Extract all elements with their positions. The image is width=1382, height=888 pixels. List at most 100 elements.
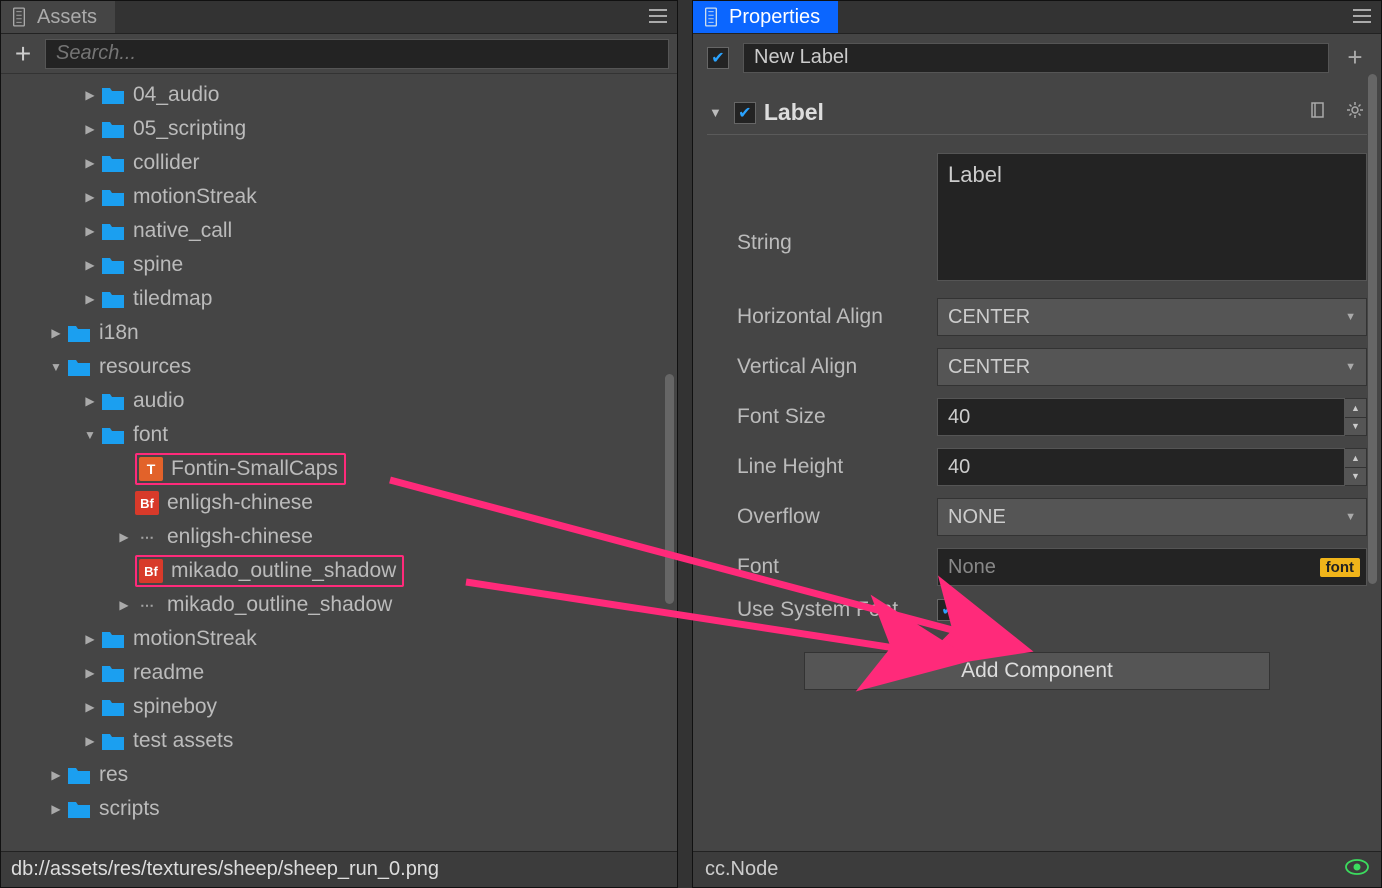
gear-icon[interactable] bbox=[1345, 100, 1365, 125]
assets-search-row: + bbox=[1, 34, 677, 74]
add-component-button[interactable]: Add Component bbox=[804, 652, 1270, 690]
lineheight-up[interactable]: ▲ bbox=[1345, 449, 1366, 468]
fontsize-down[interactable]: ▼ bbox=[1345, 418, 1366, 436]
string-textarea[interactable] bbox=[937, 153, 1367, 281]
prop-lineheight-row: Line Height ▲ ▼ bbox=[707, 448, 1367, 486]
caret-icon: ▼ bbox=[83, 428, 97, 442]
tree-item[interactable]: ▶collider bbox=[1, 146, 677, 180]
prop-string-row: String bbox=[707, 153, 1367, 286]
folder-icon bbox=[67, 323, 91, 343]
caret-icon: ▶ bbox=[83, 190, 97, 204]
prop-string-label: String bbox=[737, 185, 937, 255]
folder-icon bbox=[67, 357, 91, 377]
assets-panel: Assets + ▶04_audio▶05_scripting▶collider… bbox=[0, 0, 678, 888]
tree-item[interactable]: ▶ motionStreak bbox=[1, 180, 677, 214]
component-caret-icon: ▼ bbox=[709, 105, 722, 120]
halign-dropdown[interactable]: CENTER ▼ bbox=[937, 298, 1367, 336]
tree-item[interactable]: ▶native_call bbox=[1, 214, 677, 248]
tree-item[interactable]: ▶⋯enligsh-chinese bbox=[1, 520, 677, 554]
caret-icon: ▶ bbox=[49, 326, 63, 340]
lineheight-input[interactable] bbox=[937, 448, 1345, 486]
tree-item[interactable]: ▼ resources bbox=[1, 350, 677, 384]
tree-item[interactable]: ▶⋯mikado_outline_shadow bbox=[1, 588, 677, 622]
caret-icon: ▶ bbox=[49, 802, 63, 816]
tree-item-label: tiledmap bbox=[133, 287, 212, 311]
lineheight-down[interactable]: ▼ bbox=[1345, 468, 1366, 486]
add-component-label: Add Component bbox=[961, 659, 1113, 683]
search-input[interactable] bbox=[45, 39, 669, 69]
folder-icon bbox=[67, 799, 91, 819]
properties-body: ✔ + ▼ ✔ Label String Horizontal bbox=[693, 34, 1381, 851]
tree-item[interactable]: ▶tiledmap bbox=[1, 282, 677, 316]
component-header[interactable]: ▼ ✔ Label bbox=[707, 93, 1367, 135]
caret-icon: ▶ bbox=[117, 530, 131, 544]
text-icon: ⋯ bbox=[135, 525, 159, 549]
help-icon[interactable] bbox=[1309, 100, 1329, 125]
tree-item[interactable]: ▶motionStreak bbox=[1, 622, 677, 656]
use-system-font-checkbox[interactable]: ✔ bbox=[937, 599, 959, 621]
tree-item[interactable]: ▶05_scripting bbox=[1, 112, 677, 146]
valign-dropdown[interactable]: CENTER ▼ bbox=[937, 348, 1367, 386]
caret-icon: ▶ bbox=[83, 122, 97, 136]
tree-item[interactable]: ▶04_audio bbox=[1, 78, 677, 112]
add-asset-button[interactable]: + bbox=[11, 38, 35, 70]
overflow-dropdown[interactable]: NONE ▼ bbox=[937, 498, 1367, 536]
tree-item[interactable]: ▶audio bbox=[1, 384, 677, 418]
tree-item[interactable]: Bfmikado_outline_shadow bbox=[1, 554, 677, 588]
tree-item-label: mikado_outline_shadow bbox=[167, 593, 392, 617]
folder-icon bbox=[101, 255, 125, 275]
fontsize-input[interactable] bbox=[937, 398, 1345, 436]
tree-item[interactable]: TFontin-SmallCaps bbox=[1, 452, 677, 486]
tree-item-label: readme bbox=[133, 661, 204, 685]
tree-item[interactable]: ▶res bbox=[1, 758, 677, 792]
eye-icon[interactable] bbox=[1345, 858, 1369, 881]
component-enabled-checkbox[interactable]: ✔ bbox=[734, 102, 756, 124]
tree-item-label: native_call bbox=[133, 219, 232, 243]
caret-icon: ▶ bbox=[83, 734, 97, 748]
caret-icon: ▶ bbox=[83, 700, 97, 714]
tree-item[interactable]: Bfenligsh-chinese bbox=[1, 486, 677, 520]
caret-icon: ▶ bbox=[49, 768, 63, 782]
caret-icon: ▶ bbox=[83, 666, 97, 680]
caret-icon: ▼ bbox=[49, 360, 63, 374]
prop-halign-row: Horizontal Align CENTER ▼ bbox=[707, 298, 1367, 336]
assets-menu-icon[interactable] bbox=[647, 7, 669, 30]
properties-tab[interactable]: Properties bbox=[693, 1, 838, 33]
tree-item-label: motionStreak bbox=[133, 185, 257, 209]
node-enabled-checkbox[interactable]: ✔ bbox=[707, 47, 729, 69]
font-slot[interactable]: None font bbox=[937, 548, 1367, 586]
chevron-down-icon: ▼ bbox=[1345, 361, 1356, 373]
prop-fontsize-row: Font Size ▲ ▼ bbox=[707, 398, 1367, 436]
status-path: db://assets/res/textures/sheep/sheep_run… bbox=[11, 858, 439, 881]
tree-item-label: test assets bbox=[133, 729, 233, 753]
caret-icon: ▶ bbox=[83, 156, 97, 170]
tree-item-label: 04_audio bbox=[133, 83, 219, 107]
tree-item[interactable]: ▶scripts bbox=[1, 792, 677, 826]
tree-item[interactable]: ▶spineboy bbox=[1, 690, 677, 724]
prop-overflow-label: Overflow bbox=[737, 505, 937, 529]
tree-item[interactable]: ▶i18n bbox=[1, 316, 677, 350]
fontsize-up[interactable]: ▲ bbox=[1345, 399, 1366, 418]
assets-tab[interactable]: Assets bbox=[1, 1, 115, 33]
tree-scrollbar[interactable] bbox=[665, 374, 674, 604]
tree-item[interactable]: ▼font bbox=[1, 418, 677, 452]
properties-menu-icon[interactable] bbox=[1351, 7, 1373, 30]
bmfont-icon: Bf bbox=[139, 559, 163, 583]
properties-scrollbar[interactable] bbox=[1368, 74, 1377, 584]
properties-tab-bar: Properties bbox=[693, 1, 1381, 34]
prop-font-row: Font None font bbox=[707, 548, 1367, 586]
tree-item[interactable]: ▶ test assets bbox=[1, 724, 677, 758]
tree-item-label: enligsh-chinese bbox=[167, 491, 313, 515]
font-slot-value: None bbox=[948, 556, 996, 579]
tree-item[interactable]: ▶spine bbox=[1, 248, 677, 282]
folder-icon bbox=[101, 697, 125, 717]
add-component-plus[interactable]: + bbox=[1343, 42, 1367, 73]
folder-icon bbox=[101, 119, 125, 139]
properties-tab-label: Properties bbox=[729, 6, 820, 29]
tree-item[interactable]: ▶ readme bbox=[1, 656, 677, 690]
node-name-input[interactable] bbox=[743, 43, 1329, 73]
properties-panel: Properties ✔ + ▼ ✔ Label bbox=[692, 0, 1382, 888]
prop-fontsize-label: Font Size bbox=[737, 405, 937, 429]
assets-status-bar: db://assets/res/textures/sheep/sheep_run… bbox=[1, 851, 677, 887]
tree-item-label: resources bbox=[99, 355, 191, 379]
